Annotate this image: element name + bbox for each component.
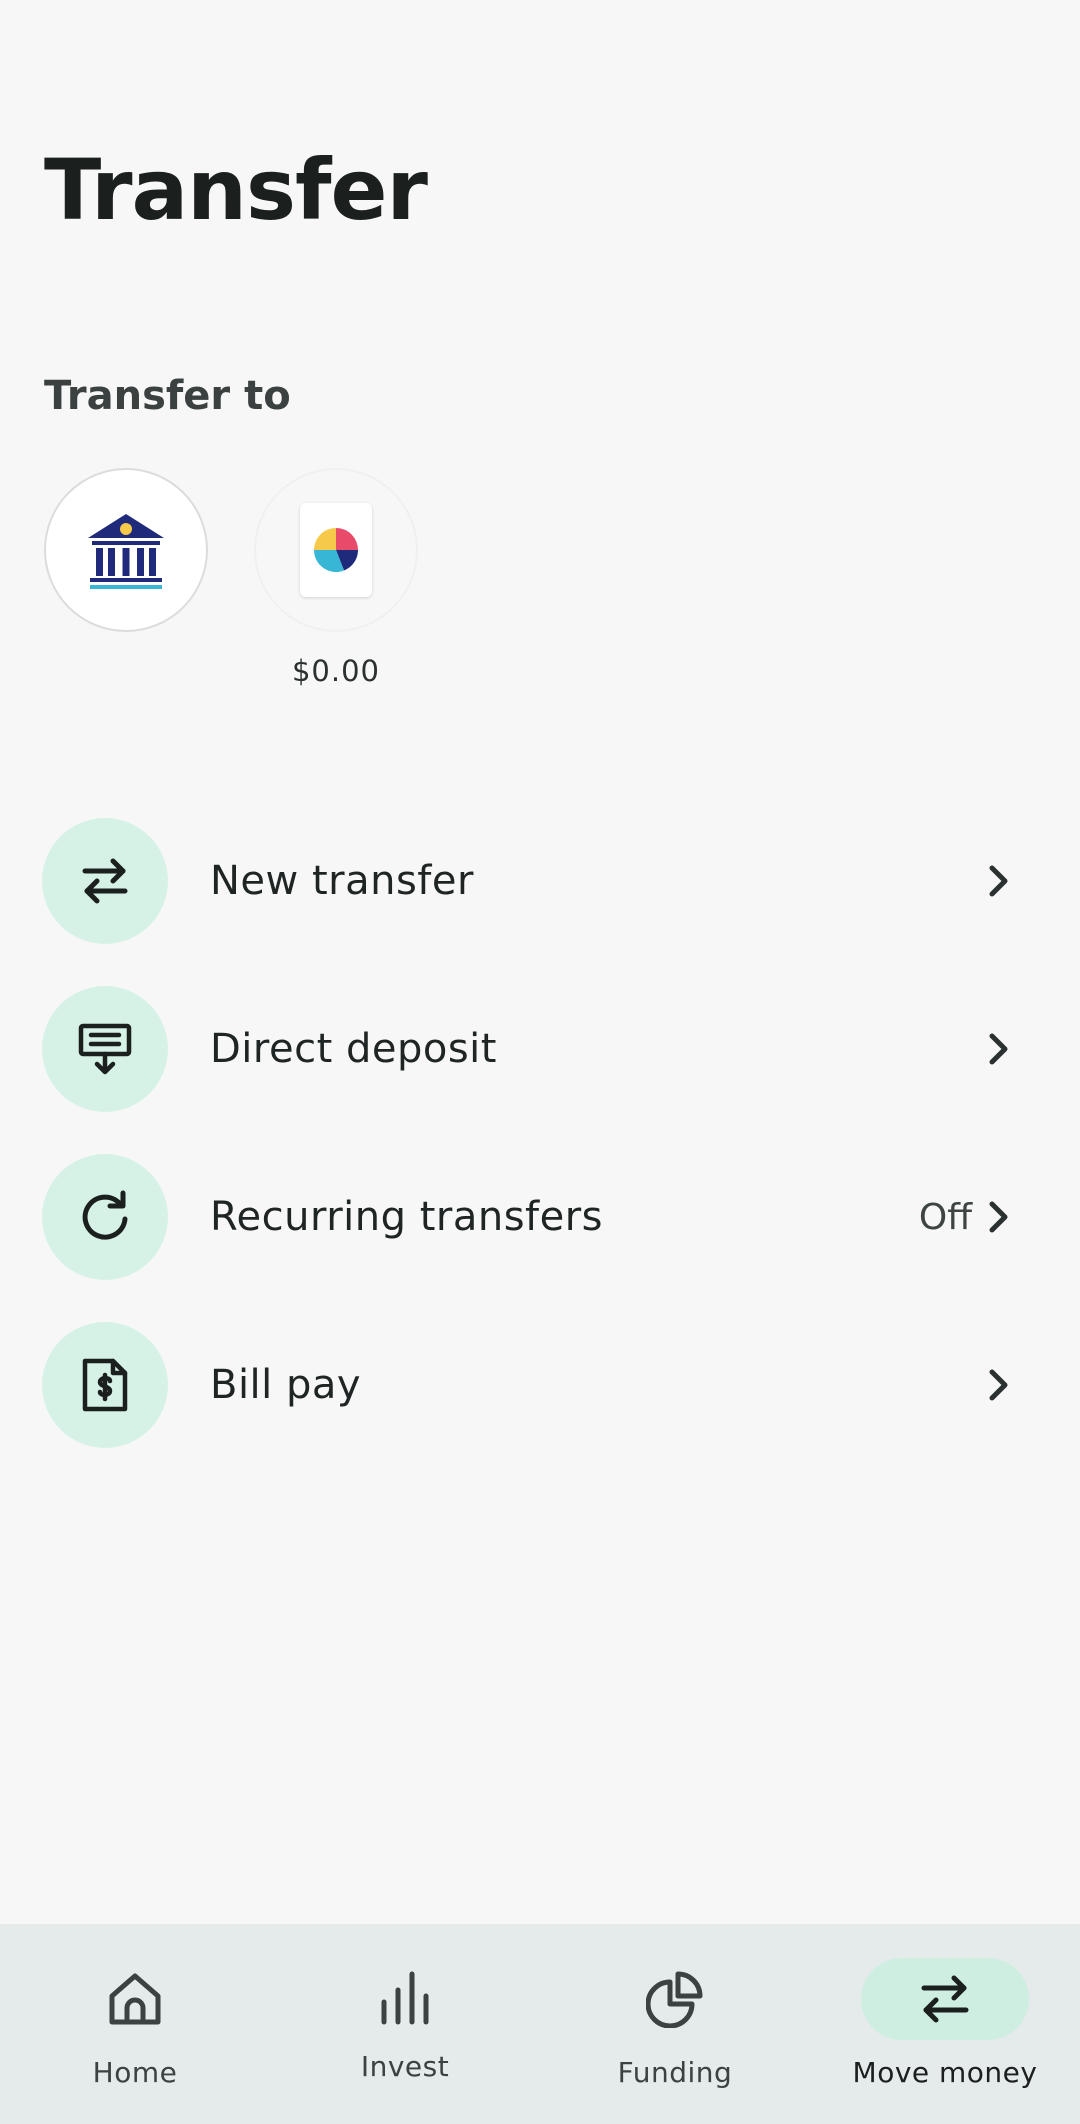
nav-label: Move money bbox=[852, 2056, 1038, 2089]
menu-item-label: New transfer bbox=[210, 858, 474, 904]
transfer-to-label: Transfer to bbox=[44, 373, 291, 419]
page-title: Transfer bbox=[44, 141, 428, 239]
account-bank-circle[interactable] bbox=[44, 468, 208, 632]
swap-arrows-icon bbox=[82, 858, 128, 904]
menu-icon-circle bbox=[42, 818, 168, 944]
menu-icon-circle bbox=[42, 1322, 168, 1448]
account-app-balance: $0.00 bbox=[291, 654, 381, 688]
chevron-right-icon bbox=[984, 861, 1014, 901]
account-bank[interactable] bbox=[44, 468, 208, 654]
chevron-right-icon bbox=[984, 1029, 1014, 1069]
nav-icon-wrap bbox=[51, 1958, 219, 2040]
nav-item-move-money[interactable]: Move money bbox=[810, 1924, 1080, 2124]
nav-label: Funding bbox=[617, 2056, 733, 2089]
swap-arrows-icon bbox=[921, 1975, 969, 2023]
pie-chart-icon bbox=[646, 1971, 703, 2028]
dollar-document-icon bbox=[82, 1358, 128, 1412]
app-tile bbox=[300, 503, 372, 597]
menu-item-label: Direct deposit bbox=[210, 1026, 497, 1072]
menu-icon-circle bbox=[42, 986, 168, 1112]
chevron-right-icon bbox=[984, 1197, 1014, 1237]
nav-item-funding[interactable]: Funding bbox=[540, 1924, 810, 2124]
nav-label: Home bbox=[92, 2056, 178, 2089]
nav-label: Invest bbox=[360, 2050, 450, 2083]
account-app[interactable]: $0.00 bbox=[254, 468, 418, 688]
refresh-icon bbox=[82, 1190, 128, 1240]
menu-item-label: Bill pay bbox=[210, 1362, 362, 1408]
nav-item-home[interactable]: Home bbox=[0, 1924, 270, 2124]
menu-icon-circle bbox=[42, 1154, 168, 1280]
account-app-circle[interactable] bbox=[254, 468, 418, 632]
recurring-status-text: Off bbox=[918, 1196, 972, 1238]
bottom-navigation: Home Invest Funding Move money bbox=[0, 1924, 1080, 2124]
app-logo-icon bbox=[314, 528, 358, 573]
chevron-right-icon bbox=[984, 1365, 1014, 1405]
nav-icon-wrap bbox=[591, 1958, 759, 2040]
menu-item-direct-deposit[interactable]: Direct deposit bbox=[0, 965, 1080, 1133]
nav-item-invest[interactable]: Invest bbox=[270, 1924, 540, 2124]
menu-item-new-transfer[interactable]: New transfer bbox=[0, 797, 1080, 965]
menu-item-recurring-transfers[interactable]: Recurring transfers Off bbox=[0, 1133, 1080, 1301]
menu-item-label: Recurring transfers bbox=[210, 1194, 604, 1240]
menu-item-bill-pay[interactable]: Bill pay bbox=[0, 1301, 1080, 1469]
deposit-icon bbox=[78, 1023, 132, 1075]
bar-chart-icon bbox=[381, 1971, 429, 2025]
nav-icon-wrap bbox=[321, 1958, 489, 2040]
bank-icon bbox=[88, 514, 164, 589]
home-icon bbox=[109, 1973, 161, 2025]
transfer-options-list: New transfer Direct deposit Recurring tr… bbox=[0, 797, 1080, 1469]
nav-active-pill bbox=[861, 1958, 1029, 2040]
